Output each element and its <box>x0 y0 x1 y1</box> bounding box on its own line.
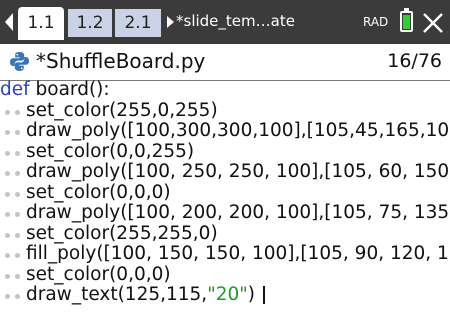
code-line[interactable]: draw_poly([100, 200, 200, 100],[105, 75,… <box>0 203 450 224</box>
code-text: ) <box>247 285 255 305</box>
code-line[interactable]: set_color(0,0,0) <box>0 183 450 204</box>
tab-2-1[interactable]: 2.1 <box>115 9 161 37</box>
code-line[interactable]: fill_poly([100, 150, 150, 100],[105, 90,… <box>0 244 450 265</box>
indent-marker <box>0 183 26 203</box>
code-line[interactable]: set_color(0,0,255) <box>0 142 450 163</box>
code-text: draw_poly([100,300,300,100],[105,45,165,… <box>26 121 450 141</box>
line-position: 16/76 <box>387 50 442 72</box>
code-text: draw_poly([100, 250, 250, 100],[105, 60,… <box>26 162 450 182</box>
python-icon <box>10 52 29 71</box>
code-line[interactable]: draw_poly([100,300,300,100],[105,45,165,… <box>0 121 450 142</box>
code-text: set_color(255,0,255) <box>26 100 218 121</box>
tab-1-1[interactable]: 1.1 <box>18 7 64 40</box>
indent-marker <box>0 203 26 223</box>
code-text: set_color(0,0,0) <box>26 264 171 285</box>
indent-marker <box>0 244 26 264</box>
tab-1-2[interactable]: 1.2 <box>68 9 112 37</box>
code-text: fill_poly([100, 150, 150, 100],[105, 90,… <box>26 244 450 264</box>
code-line[interactable]: set_color(255,255,0) <box>0 224 450 245</box>
indent-marker <box>0 265 26 285</box>
code-line[interactable]: set_color(255,0,255) <box>0 101 450 122</box>
editor-screen: 1.1 1.2 2.1 *slide_tem…ate RAD *ShuffleB… <box>0 0 450 326</box>
code-line[interactable]: def board(): <box>0 80 450 101</box>
function-signature: board(): <box>29 80 110 100</box>
indent-marker <box>0 285 26 305</box>
indent-marker <box>0 101 26 121</box>
chevron-left-icon[interactable] <box>3 11 15 33</box>
code-line-current[interactable]: draw_text(125,115,"20") <box>0 285 450 306</box>
string-literal: "20" <box>207 285 248 305</box>
indent-marker <box>0 162 26 182</box>
indent-marker <box>0 224 26 244</box>
code-text: set_color(0,0,0) <box>26 182 171 203</box>
code-line[interactable]: set_color(0,0,0) <box>0 265 450 286</box>
code-text: draw_text(125,115, <box>26 285 208 305</box>
file-header: *ShuffleBoard.py 16/76 <box>0 44 450 78</box>
code-text: set_color(255,255,0) <box>26 223 218 244</box>
indent-marker <box>0 142 26 162</box>
document-title: *slide_tem…ate <box>176 12 295 30</box>
angle-mode-indicator: RAD <box>363 15 389 29</box>
close-icon[interactable] <box>420 10 446 36</box>
code-text: set_color(0,0,255) <box>26 141 195 162</box>
indent-marker <box>0 121 26 141</box>
play-icon <box>167 16 174 28</box>
text-cursor <box>262 286 265 304</box>
code-line[interactable]: draw_poly([100, 250, 250, 100],[105, 60,… <box>0 162 450 183</box>
code-editor[interactable]: def board(): set_color(255,0,255) draw_p… <box>0 80 450 306</box>
def-keyword: def <box>0 80 30 100</box>
code-text: draw_poly([100, 200, 200, 100],[105, 75,… <box>26 203 450 223</box>
file-name: *ShuffleBoard.py <box>36 49 206 73</box>
battery-icon <box>400 8 413 32</box>
tab-bar: 1.1 1.2 2.1 *slide_tem…ate RAD <box>0 0 450 44</box>
